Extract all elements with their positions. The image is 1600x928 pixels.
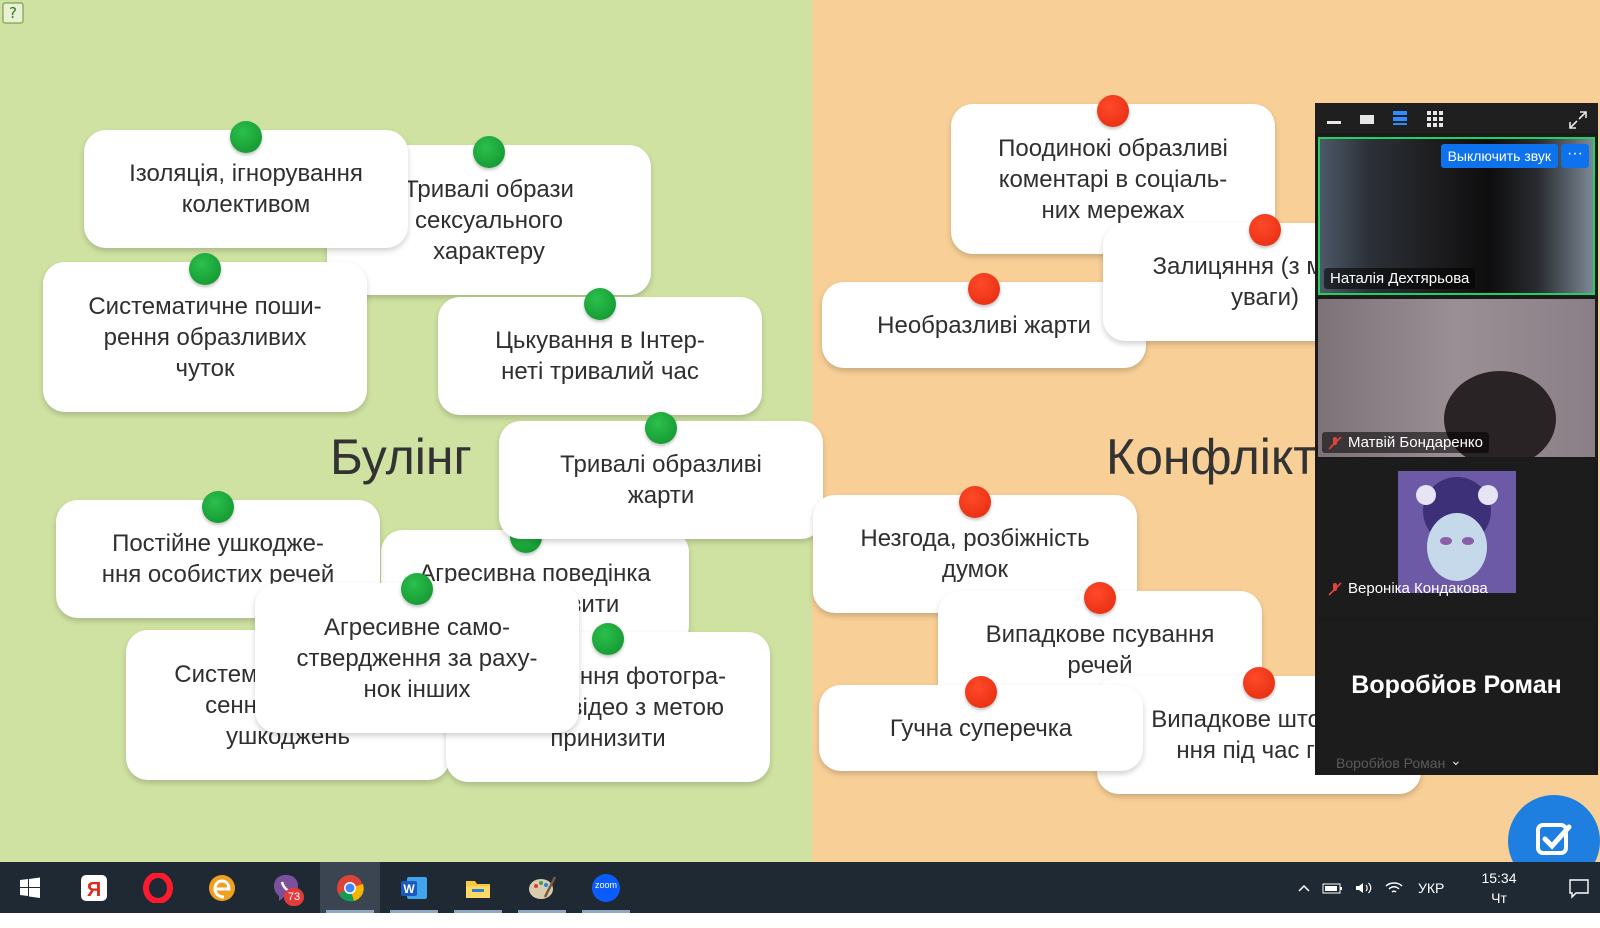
svg-text:?: ?	[9, 4, 17, 22]
participant-display-name: Воробйов Роман	[1351, 671, 1562, 699]
wifi-icon[interactable]	[1384, 880, 1404, 896]
participant-video-tile[interactable]: Матвій Бондаренко	[1318, 299, 1595, 457]
taskbar-viber[interactable]	[256, 862, 316, 913]
more-options-button[interactable]: ···	[1561, 144, 1589, 168]
participant-name: Воробйов Роман	[1336, 755, 1446, 771]
taskbar-opera[interactable]	[128, 862, 188, 913]
participant-name: Вероніка Кондакова	[1322, 578, 1494, 599]
taskbar-paint[interactable]	[512, 862, 572, 913]
svg-text:Я: Я	[87, 879, 101, 901]
green-pin-icon	[592, 623, 624, 655]
red-pin-icon	[1084, 582, 1116, 614]
taskbar-chrome[interactable]	[320, 862, 380, 913]
conflict-heading: Конфлікт	[1106, 429, 1317, 485]
checkbox-icon	[1536, 823, 1572, 855]
clock[interactable]: 15:34 Чт 01.05.25	[1464, 868, 1534, 928]
participant-video-tile[interactable]: Выключить звук ··· Наталія Дехтярьова	[1318, 137, 1595, 295]
green-pin-icon	[230, 121, 262, 153]
green-pin-icon	[645, 412, 677, 444]
paint-palette-icon	[529, 875, 557, 899]
edge-icon	[209, 874, 235, 901]
green-pin-icon	[202, 491, 234, 523]
red-pin-icon	[968, 273, 1000, 305]
avatar	[1398, 471, 1516, 593]
green-pin-icon	[401, 573, 433, 605]
word-icon: W	[401, 876, 427, 899]
participant-name: Наталія Дехтярьова	[1324, 268, 1476, 289]
folder-icon	[466, 880, 490, 898]
volume-icon[interactable]	[1354, 880, 1374, 896]
clock-time: 15:34	[1481, 870, 1517, 886]
viber-unread-badge: 73	[284, 888, 304, 906]
battery-icon[interactable]	[1322, 880, 1344, 896]
red-pin-icon	[1097, 95, 1129, 127]
svg-text:W: W	[403, 882, 415, 896]
chevron-down-icon[interactable]: ⌄	[1450, 752, 1462, 769]
taskbar-file-explorer[interactable]	[448, 862, 508, 913]
unmute-button[interactable]: Выключить звук	[1440, 144, 1558, 168]
taskbar-zoom[interactable]: zoom	[576, 862, 636, 913]
clock-date: Чт 01.05.25	[1471, 890, 1527, 926]
participant-video-tile[interactable]: Вероніка Кондакова	[1318, 459, 1595, 617]
taskbar-edge[interactable]	[192, 862, 252, 913]
zoom-app-label: zoom	[594, 880, 617, 890]
red-pin-icon	[959, 486, 991, 518]
opera-icon	[143, 872, 173, 903]
green-pin-icon	[189, 253, 221, 285]
red-pin-icon	[1249, 214, 1281, 246]
zoom-video-panel: Выключить звук ··· Наталія Дехтярьова Ма…	[1315, 103, 1598, 775]
chevron-up-icon[interactable]	[1296, 880, 1312, 896]
windows-icon	[20, 877, 40, 898]
bullying-heading: Булінг	[330, 429, 472, 485]
participant-name: Матвій Бондаренко	[1322, 432, 1489, 453]
muted-mic-icon	[1328, 435, 1342, 450]
taskbar-word[interactable]: W	[384, 862, 444, 913]
language-indicator[interactable]: УКР	[1418, 880, 1444, 896]
red-pin-icon	[1243, 667, 1275, 699]
green-pin-icon	[584, 288, 616, 320]
muted-mic-icon	[1328, 581, 1342, 596]
single-view-icon[interactable]	[1359, 110, 1375, 126]
grid-view-icon[interactable]	[1426, 110, 1444, 128]
expand-icon[interactable]	[1568, 110, 1588, 130]
windows-taskbar: Я W zoom УКР 15:34 Чт 01.05.25	[0, 862, 1600, 926]
minimize-icon[interactable]	[1326, 110, 1342, 126]
green-pin-icon	[473, 136, 505, 168]
chrome-icon	[337, 874, 364, 901]
red-pin-icon	[965, 676, 997, 708]
windows-start-button[interactable]	[0, 862, 60, 913]
taskbar-yandex-browser[interactable]: Я	[64, 862, 124, 913]
zoom-panel-toolbar	[1315, 103, 1598, 133]
participant-video-tile[interactable]: Воробйов Роман Воробйов Роман ⌄	[1318, 621, 1595, 775]
bullying-card[interactable]: Агресивне само- ствердження за раху- нок…	[255, 583, 579, 733]
strip-view-icon[interactable]	[1392, 110, 1408, 126]
yandex-icon: Я	[81, 874, 107, 901]
system-tray: УКР	[1296, 862, 1444, 913]
notification-icon[interactable]	[1568, 877, 1590, 899]
help-icon[interactable]: ?	[2, 2, 24, 24]
